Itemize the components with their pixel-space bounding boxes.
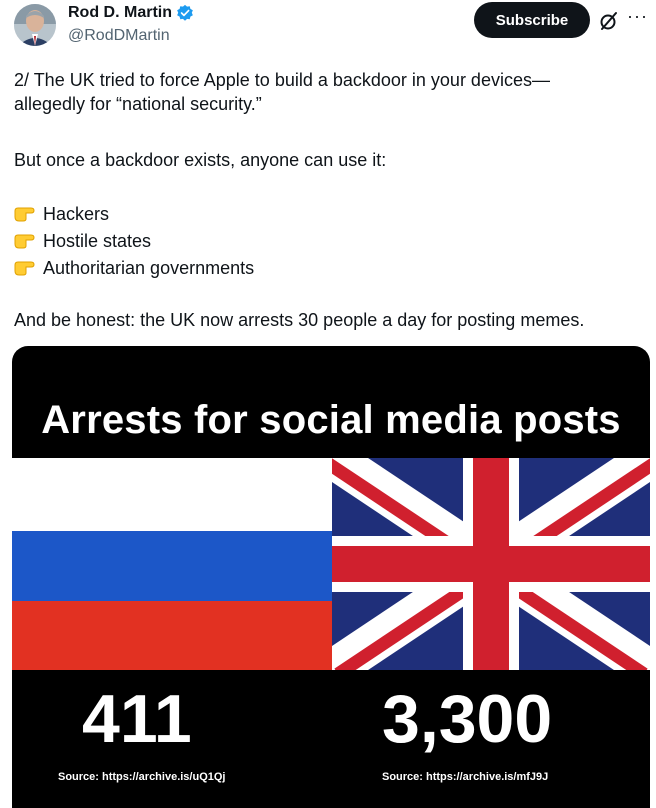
russia-source: Source: https://archive.is/uQ1Qj (58, 771, 226, 783)
tweet-header: Rod D. Martin @RodDMartin Subscribe ··· (0, 0, 656, 60)
pointing-hand-icon (14, 207, 35, 222)
russia-flag (12, 458, 332, 670)
more-options-icon[interactable]: ··· (627, 6, 649, 26)
bullet-label: Hostile states (43, 231, 152, 251)
avatar-image (14, 4, 56, 46)
pointing-hand-icon (14, 234, 35, 249)
display-name[interactable]: Rod D. Martin (68, 4, 172, 22)
bullet-item: Hostile states (14, 229, 151, 253)
uk-source: Source: https://archive.is/mfJ9J (382, 771, 549, 783)
uk-flag (332, 458, 650, 670)
grok-icon[interactable] (598, 10, 620, 32)
russia-arrest-count: 411 (82, 681, 192, 757)
bullet-label: Hackers (43, 204, 110, 224)
tweet-image[interactable]: Arrests for social media posts 411 3,300… (12, 346, 650, 808)
uk-arrest-count: 3,300 (382, 681, 553, 757)
image-title: Arrests for social media posts (41, 398, 621, 442)
handle[interactable]: @RodDMartin (68, 27, 170, 45)
bullet-item: Authoritarian governments (14, 256, 254, 280)
tweet-line: But once a backdoor exists, anyone can u… (14, 150, 387, 170)
tweet-line: allegedly for “national security.” (14, 94, 262, 114)
bullet-item: Hackers (14, 202, 109, 226)
avatar[interactable] (14, 4, 56, 46)
tweet-line: And be honest: the UK now arrests 30 peo… (14, 310, 585, 330)
pointing-hand-icon (14, 261, 35, 276)
bullet-label: Authoritarian governments (43, 258, 255, 278)
subscribe-button[interactable]: Subscribe (474, 2, 590, 38)
verified-badge-icon (177, 4, 193, 21)
tweet-line: 2/ The UK tried to force Apple to build … (14, 70, 550, 90)
